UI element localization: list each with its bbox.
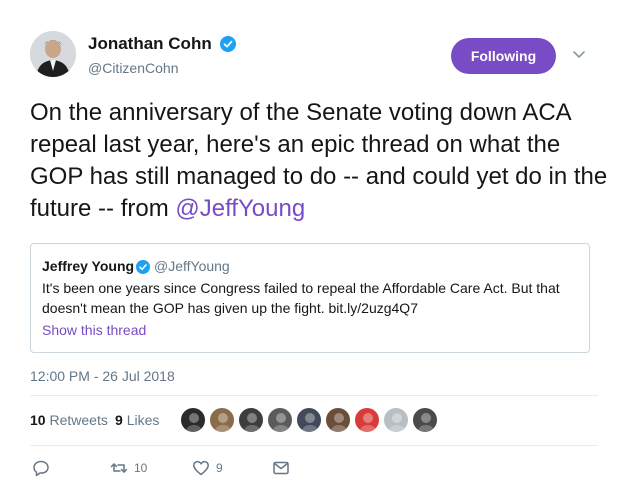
tweet-timestamp[interactable]: 12:00 PM - 26 Jul 2018	[30, 368, 175, 384]
envelope-icon	[273, 461, 289, 475]
chevron-down-icon[interactable]	[572, 50, 586, 60]
likes-count: 9	[115, 412, 123, 428]
likes-label: Likes	[126, 412, 160, 428]
show-thread-link[interactable]: Show this thread	[42, 322, 146, 338]
reply-icon	[33, 460, 49, 477]
retweets-label: Retweets	[49, 412, 108, 428]
like-button[interactable]: 9	[192, 458, 223, 478]
tweet-card: Jonathan Cohn @CitizenCohn Following On …	[0, 0, 628, 496]
author-name[interactable]: Jonathan Cohn	[88, 34, 212, 54]
liker-avatar[interactable]	[267, 407, 293, 433]
tweet-text-body: On the anniversary of the Senate voting …	[30, 99, 608, 222]
liker-avatar[interactable]	[383, 407, 409, 433]
reply-button[interactable]	[32, 458, 50, 478]
like-count: 9	[216, 461, 223, 475]
liker-avatar[interactable]	[238, 407, 264, 433]
liker-avatar[interactable]	[296, 407, 322, 433]
retweet-icon	[110, 463, 128, 473]
retweets-stat[interactable]: 10 Retweets	[30, 412, 108, 428]
heart-icon	[193, 460, 209, 476]
likes-stat[interactable]: 9 Likes	[115, 412, 159, 428]
following-button[interactable]: Following	[451, 38, 556, 74]
divider	[30, 395, 598, 396]
quoted-tweet[interactable]: Jeffrey Young @JeffYoung It's been one y…	[30, 243, 590, 353]
divider	[30, 445, 598, 446]
tweet-text: On the anniversary of the Senate voting …	[30, 97, 610, 225]
mention-link[interactable]: @JeffYoung	[175, 195, 305, 222]
retweet-button[interactable]: 10	[110, 458, 147, 478]
liker-avatar[interactable]	[354, 407, 380, 433]
liker-avatar[interactable]	[325, 407, 351, 433]
quoted-author-handle: @JeffYoung	[154, 258, 230, 274]
liker-avatar[interactable]	[209, 407, 235, 433]
liker-avatar[interactable]	[180, 407, 206, 433]
quoted-author-name: Jeffrey Young	[42, 258, 135, 274]
liker-avatar[interactable]	[412, 407, 438, 433]
retweets-count: 10	[30, 412, 46, 428]
liker-avatars	[180, 407, 441, 435]
quoted-tweet-text: It's been one years since Congress faile…	[42, 280, 560, 316]
direct-message-button[interactable]	[272, 458, 290, 478]
verified-badge-icon	[220, 36, 236, 52]
author-avatar[interactable]	[30, 31, 76, 77]
retweet-count: 10	[134, 461, 148, 475]
verified-badge-icon	[136, 260, 150, 274]
author-handle[interactable]: @CitizenCohn	[88, 60, 178, 76]
